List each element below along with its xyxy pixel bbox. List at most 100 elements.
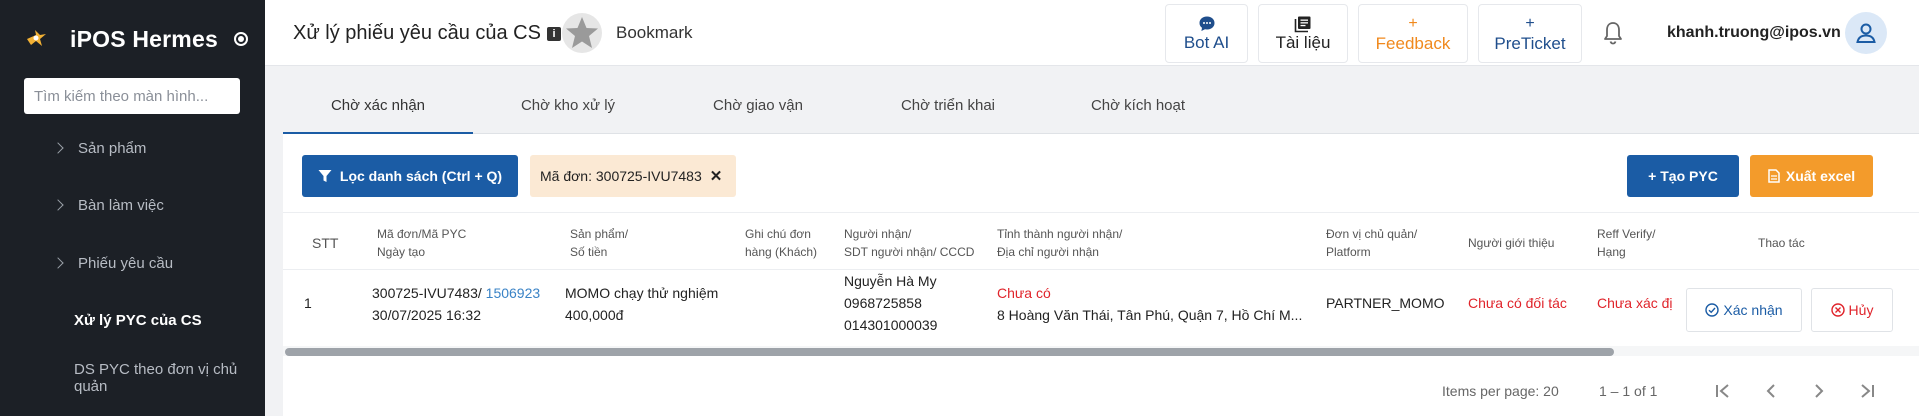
- chevron-right-icon: [52, 199, 64, 211]
- tab-cho-trien-khai[interactable]: Chờ triển khai: [853, 84, 1043, 134]
- export-excel-label: Xuất excel: [1785, 168, 1856, 184]
- col-address-line2: Địa chỉ người nhận: [997, 245, 1099, 259]
- user-icon: [1856, 23, 1876, 43]
- col-unit-line2: Platform: [1326, 245, 1371, 259]
- items-per-page[interactable]: Items per page: 20: [1442, 383, 1559, 399]
- col-stt: STT: [312, 235, 339, 251]
- bot-ai-label: Bot AI: [1183, 32, 1230, 52]
- preticket-label: PreTicket: [1494, 33, 1566, 53]
- col-recipient-line2: SDT người nhận/ CCCD: [844, 245, 975, 259]
- col-address: Tỉnh thành người nhận/ Địa chỉ người nhậ…: [997, 225, 1122, 261]
- page-title: Xử lý phiếu yêu cầu của CS i: [293, 22, 561, 45]
- filter-label: Lọc danh sách (Ctrl + Q): [339, 168, 503, 184]
- cancel-circle-icon: [1830, 303, 1845, 317]
- feedback-label: Feedback: [1375, 33, 1451, 53]
- chevron-right-icon: [52, 142, 64, 154]
- chevron-left-icon: [1766, 384, 1775, 398]
- table-row: 1 300725-IVU7483/ 1506923 30/07/2025 16:…: [283, 270, 1919, 336]
- sidebar: iPOS Hermes Sản phẩm Bàn làm việc Phiếu …: [0, 0, 265, 416]
- page-range: 1 – 1 of 1: [1599, 383, 1658, 399]
- sidebar-item-label: DS PYC theo đơn vị chủ quản: [74, 361, 238, 395]
- recipient-name: Nguyễn Hà My: [844, 273, 937, 289]
- last-page-button[interactable]: [1853, 377, 1881, 405]
- col-product-line2: Số tiền: [570, 245, 608, 259]
- user-email[interactable]: khanh.truong@ipos.vn: [1667, 24, 1841, 42]
- col-address-line1: Tỉnh thành người nhận/: [997, 227, 1123, 241]
- col-reff-line2: Hạng: [1597, 245, 1626, 259]
- confirm-label: Xác nhận: [1723, 302, 1783, 318]
- feedback-button[interactable]: + Feedback: [1358, 4, 1468, 63]
- first-page-button[interactable]: [1709, 377, 1737, 405]
- prev-page-button[interactable]: [1757, 377, 1785, 405]
- tab-cho-xac-nhan[interactable]: Chờ xác nhận: [283, 84, 473, 134]
- bot-ai-button[interactable]: Bot AI: [1165, 4, 1248, 63]
- docs-button[interactable]: Tài liệu: [1258, 4, 1348, 63]
- plus-icon: +: [1525, 14, 1535, 32]
- chevron-right-icon: [52, 257, 64, 269]
- close-icon[interactable]: ✕: [710, 167, 723, 185]
- product-name: MOMO chạy thử nghiệm: [565, 285, 719, 301]
- cell-product: MOMO chạy thử nghiệm 400,000đ: [565, 282, 718, 326]
- col-referrer: Người giới thiệu: [1468, 236, 1555, 250]
- export-excel-button[interactable]: Xuất excel: [1750, 155, 1873, 197]
- cell-unit: PARTNER_MOMO: [1326, 295, 1445, 311]
- chat-bubble-icon: [1199, 16, 1214, 31]
- filter-button[interactable]: Lọc danh sách (Ctrl + Q): [302, 155, 518, 197]
- col-order: Mã đơn/Mã PYC Ngày tạo: [377, 225, 466, 261]
- tab-cho-kich-hoat[interactable]: Chờ kích hoạt: [1043, 84, 1233, 134]
- col-order-line2: Ngày tạo: [377, 245, 426, 259]
- create-pyc-label: Tạo PYC: [1660, 168, 1718, 184]
- sidebar-item-san-pham[interactable]: Sản phẩm: [0, 132, 265, 164]
- scrollbar-thumb[interactable]: [285, 348, 1614, 356]
- confirm-button[interactable]: Xác nhận: [1686, 288, 1802, 332]
- cancel-button[interactable]: Hủy: [1811, 288, 1893, 332]
- recipient-phone: 0968725858: [844, 295, 922, 311]
- sidebar-item-ban-lam-viec[interactable]: Bàn làm việc: [0, 189, 265, 221]
- plus-icon: +: [1648, 168, 1661, 184]
- next-page-button[interactable]: [1805, 377, 1833, 405]
- filter-chip-label: Mã đơn: 300725-IVU7483: [540, 168, 702, 184]
- info-icon[interactable]: i: [546, 26, 561, 41]
- cell-stt: 1: [304, 295, 312, 311]
- product-amount: 400,000đ: [565, 307, 624, 323]
- pyc-code-link[interactable]: 1506923: [486, 285, 541, 301]
- col-recipient: Người nhận/ SDT người nhận/ CCCD: [844, 225, 974, 261]
- cell-referrer: Chưa có đối tác: [1468, 295, 1567, 311]
- col-unit-line1: Đơn vị chủ quản/: [1326, 227, 1418, 241]
- bell-icon[interactable]: [1599, 19, 1627, 47]
- file-icon: [1768, 169, 1780, 183]
- plus-icon: +: [1408, 14, 1418, 32]
- col-reff-line1: Reff Verify/: [1597, 227, 1656, 241]
- sidebar-item-xu-ly-pyc[interactable]: Xử lý PYC của CS: [0, 304, 265, 336]
- recipient-id: 014301000039: [844, 317, 938, 333]
- table-header: STT Mã đơn/Mã PYC Ngày tạo Sản phẩm/ Số …: [283, 212, 1919, 270]
- last-page-icon: [1861, 384, 1874, 398]
- create-pyc-button[interactable]: + Tạo PYC: [1627, 155, 1739, 197]
- brand[interactable]: iPOS Hermes: [24, 22, 248, 56]
- sidebar-item-label: Xử lý PYC của CS: [74, 311, 202, 329]
- col-product-line1: Sản phẩm/: [570, 227, 629, 241]
- radio-toggle-icon[interactable]: [233, 32, 248, 46]
- tab-cho-kho-xu-ly[interactable]: Chờ kho xử lý: [473, 84, 663, 134]
- preticket-button[interactable]: + PreTicket: [1478, 4, 1582, 63]
- chevron-right-icon: [1815, 384, 1824, 398]
- top-bar: Xử lý phiếu yêu cầu của CS i Bookmark Bo…: [265, 0, 1919, 66]
- cell-reff: Chưa xác đị: [1597, 295, 1673, 311]
- sidebar-item-phieu-yeu-cau[interactable]: Phiếu yêu cầu: [0, 247, 265, 279]
- sidebar-item-ds-pyc[interactable]: DS PYC theo đơn vị chủ quản: [0, 361, 265, 395]
- hermes-logo-icon: [27, 30, 46, 46]
- brand-title: iPOS Hermes: [70, 25, 218, 52]
- star-icon[interactable]: [561, 12, 603, 54]
- bookmark-label[interactable]: Bookmark: [616, 23, 693, 43]
- sidebar-item-label: Sản phẩm: [78, 139, 147, 157]
- filter-icon: [318, 170, 332, 182]
- col-unit: Đơn vị chủ quản/ Platform: [1326, 225, 1417, 261]
- col-reff: Reff Verify/ Hạng: [1597, 225, 1655, 261]
- province: Chưa có: [997, 285, 1051, 301]
- sidebar-search-input[interactable]: [24, 78, 240, 114]
- avatar[interactable]: [1845, 12, 1887, 54]
- tab-cho-giao-van[interactable]: Chờ giao vận: [663, 84, 853, 134]
- sidebar-item-label: Bàn làm việc: [78, 196, 164, 214]
- sidebar-item-label: Phiếu yêu cầu: [78, 254, 174, 272]
- col-note-line1: Ghi chú đơn: [745, 227, 811, 241]
